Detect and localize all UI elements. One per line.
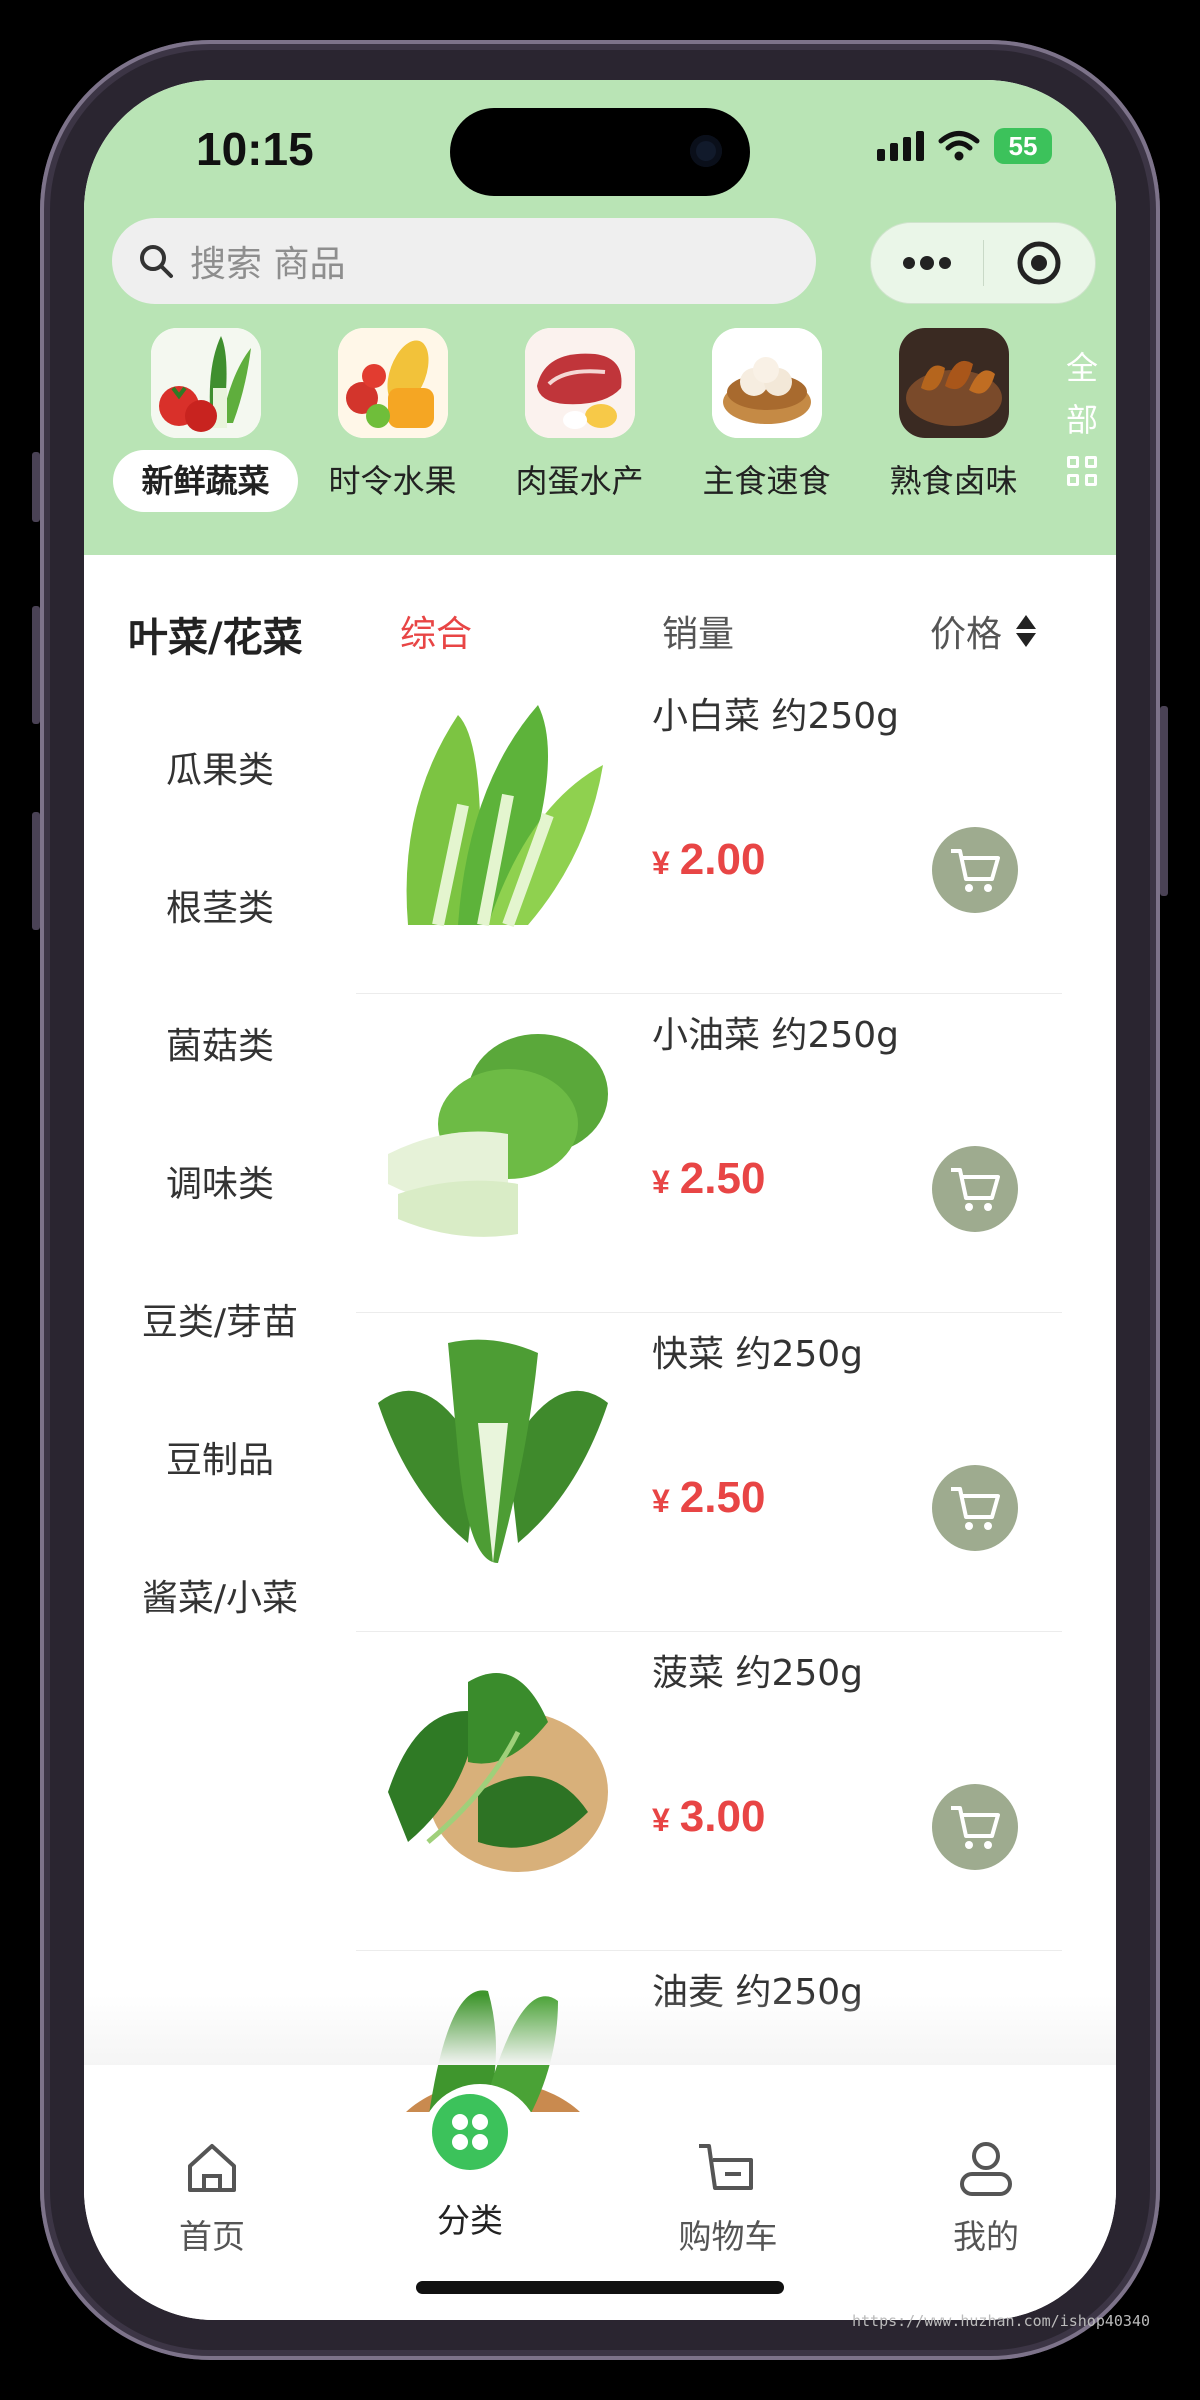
signal-icon — [877, 131, 924, 161]
volume-up-button — [32, 606, 40, 724]
power-button — [1160, 706, 1168, 896]
cart-icon — [699, 2144, 753, 2190]
category-label: 熟食卤味 — [889, 462, 1018, 500]
category-label: 肉蛋水产 — [515, 462, 644, 500]
tab-home[interactable]: 首页 — [112, 2138, 312, 2258]
sidebar-item[interactable]: 瓜果类 — [84, 741, 356, 793]
tab-category-label: 分类 — [437, 2201, 503, 2240]
category-strip: 新鲜蔬菜 时令水果 肉蛋水产 主食速食 熟食卤味 — [112, 328, 1047, 512]
status-time: 10:15 — [196, 123, 314, 175]
product-price: ¥2.50 — [652, 1154, 766, 1203]
wifi-icon — [938, 131, 980, 161]
tab-me-label: 我的 — [953, 2217, 1019, 2256]
category-seasonal-fruit[interactable]: 时令水果 — [299, 328, 486, 512]
product-name: 小油菜 约250g — [652, 1015, 900, 1056]
grid-icon — [1067, 456, 1097, 486]
sidebar-item[interactable]: 豆类/芽苗 — [84, 1293, 356, 1345]
category-deli-braised[interactable]: 熟食卤味 — [860, 328, 1047, 512]
deli-image — [898, 328, 1009, 438]
category-grid-icon — [432, 2094, 508, 2170]
staples-image — [711, 328, 822, 438]
sort-arrows-icon — [1016, 615, 1037, 647]
sidebar-item[interactable]: 根茎类 — [84, 879, 356, 931]
add-to-cart-button[interactable] — [932, 1784, 1018, 1870]
add-to-cart-button[interactable] — [932, 1465, 1018, 1551]
sidebar-item[interactable]: 酱菜/小菜 — [84, 1569, 356, 1621]
category-content: 叶菜/花菜 综合 销量 价格 瓜果类 根茎类 菌菇类 调味类 豆类/芽苗 豆制品… — [84, 555, 1116, 2211]
cart-icon — [951, 849, 1000, 892]
phone-screen: 10:15 55 搜索 商品 新鲜蔬菜 时令水果 肉蛋水产 主食速食 熟食卤味 … — [84, 80, 1116, 2320]
subcategory-title[interactable]: 叶菜/花菜 — [128, 605, 303, 663]
all-label-1: 全 — [1065, 349, 1098, 387]
mute-switch — [32, 452, 40, 522]
watermark: https://www.huzhan.com/ishop40340 — [852, 2312, 1151, 2330]
more-button[interactable] — [871, 222, 983, 304]
list-fade — [84, 1995, 1116, 2065]
category-meat-eggs-seafood[interactable]: 肉蛋水产 — [486, 328, 673, 512]
meat-image — [524, 328, 635, 438]
tab-cart-label: 购物车 — [678, 2217, 778, 2256]
sidebar-item[interactable]: 调味类 — [84, 1155, 356, 1207]
search-placeholder: 搜索 商品 — [190, 244, 346, 285]
sidebar-item[interactable]: 菌菇类 — [84, 1017, 356, 1069]
user-icon — [960, 2142, 1012, 2196]
tab-me[interactable]: 我的 — [886, 2138, 1086, 2258]
sort-price-label: 价格 — [930, 614, 1003, 655]
cart-icon — [951, 1806, 1000, 1849]
tab-category[interactable]: 分类 — [370, 2092, 570, 2242]
sort-comprehensive[interactable]: 综合 — [400, 605, 472, 657]
home-icon — [188, 2144, 236, 2192]
spinach-image — [388, 1673, 608, 1872]
product-card[interactable]: 快菜 约250g ¥2.50 — [356, 1313, 1062, 1632]
product-card[interactable]: 小白菜 约250g ¥2.00 — [356, 675, 1062, 994]
target-icon — [1017, 241, 1061, 285]
tab-cart[interactable]: 购物车 — [628, 2138, 828, 2258]
category-staples-instant[interactable]: 主食速食 — [673, 328, 860, 512]
quick-cabbage-image — [378, 1339, 608, 1563]
sort-sales[interactable]: 销量 — [662, 605, 734, 657]
search-icon — [140, 245, 173, 278]
tab-home-label: 首页 — [179, 2217, 245, 2256]
category-label: 时令水果 — [328, 462, 457, 500]
product-price: ¥3.00 — [652, 1792, 766, 1841]
product-card[interactable]: 小油菜 约250g ¥2.50 — [356, 994, 1062, 1313]
cart-icon — [951, 1168, 1000, 1211]
camera-icon — [690, 135, 722, 167]
product-name: 小白菜 约250g — [652, 696, 900, 737]
category-label: 主食速食 — [702, 462, 831, 500]
more-dots-icon — [902, 256, 951, 270]
product-price: ¥2.50 — [652, 1473, 766, 1522]
baby-bok-choy-image — [388, 1034, 608, 1237]
status-icons: 55 — [877, 128, 1052, 164]
battery-icon: 55 — [994, 128, 1052, 164]
close-miniprogram-button[interactable] — [984, 222, 1096, 304]
category-fresh-vegetables[interactable]: 新鲜蔬菜 — [112, 328, 299, 512]
fruit-image — [337, 328, 448, 438]
product-card[interactable]: 菠菜 约250g ¥3.00 — [356, 1632, 1062, 1951]
product-name: 菠菜 约250g — [652, 1653, 864, 1694]
header: 10:15 55 搜索 商品 新鲜蔬菜 时令水果 肉蛋水产 主食速食 熟食卤味 … — [84, 80, 1116, 555]
vegetables-image — [150, 328, 261, 438]
add-to-cart-button[interactable] — [932, 827, 1018, 913]
miniprogram-capsule — [870, 222, 1096, 304]
product-name: 快菜 约250g — [652, 1334, 864, 1375]
sort-price[interactable]: 价格 — [930, 605, 1037, 657]
sidebar-item[interactable]: 豆制品 — [84, 1431, 356, 1483]
all-label-2: 部 — [1065, 401, 1098, 439]
volume-down-button — [32, 812, 40, 930]
home-indicator — [416, 2281, 784, 2294]
bok-choy-image — [406, 705, 603, 928]
category-label: 新鲜蔬菜 — [113, 450, 298, 512]
cart-icon — [951, 1487, 1000, 1530]
add-to-cart-button[interactable] — [932, 1146, 1018, 1232]
all-categories-button[interactable]: 全 部 — [1062, 342, 1102, 486]
product-price: ¥2.00 — [652, 835, 766, 884]
search-bar[interactable]: 搜索 商品 — [112, 218, 816, 304]
